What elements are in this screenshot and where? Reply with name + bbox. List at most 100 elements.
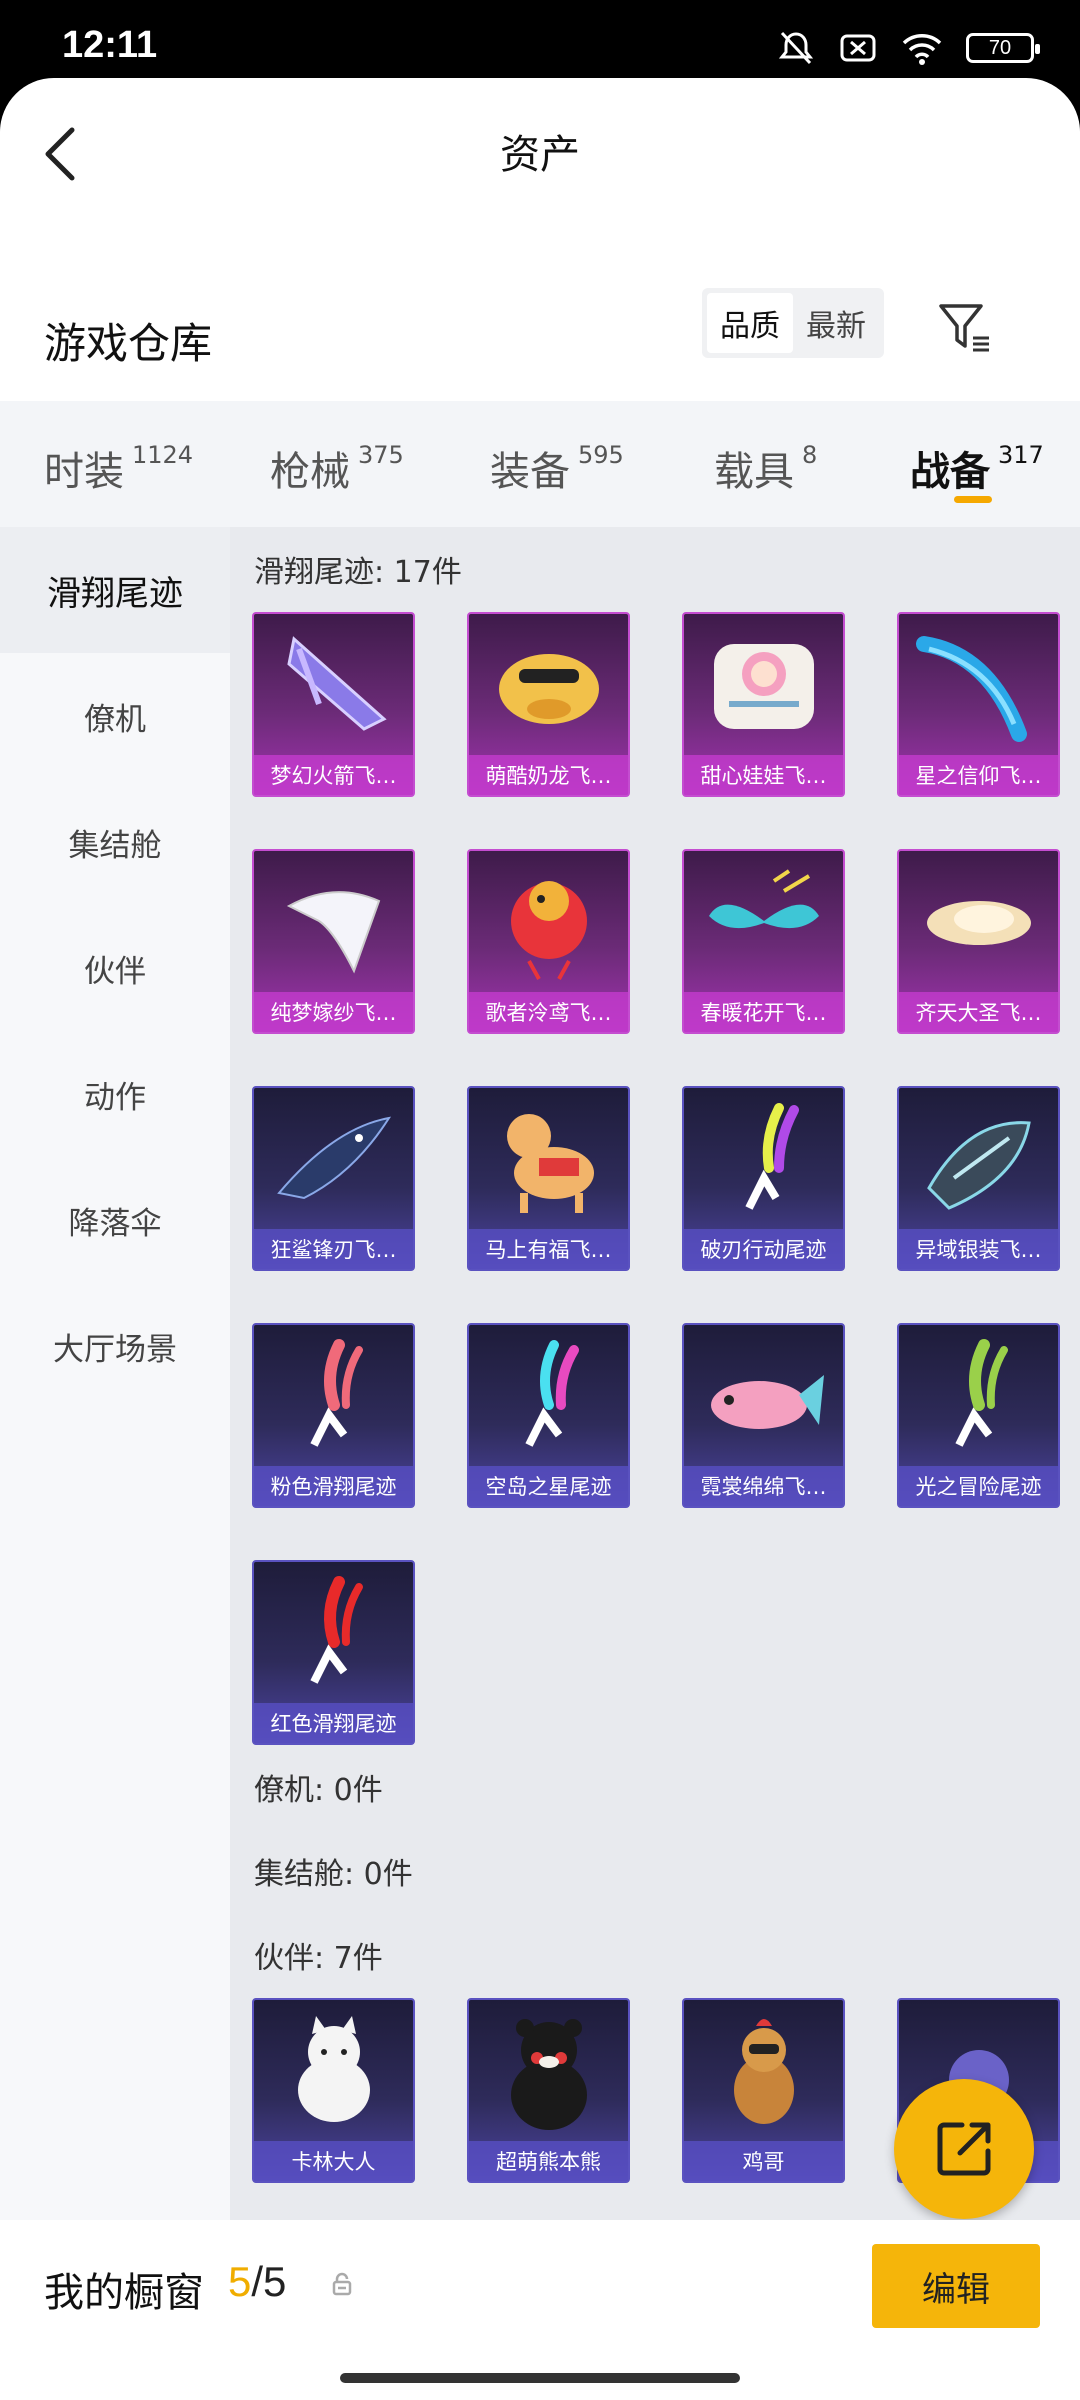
item-card[interactable]: 红色滑翔尾迹 — [252, 1560, 415, 1745]
item-card[interactable]: 纯梦嫁纱飞… — [252, 849, 415, 1034]
item-name: 卡林大人 — [254, 2141, 413, 2181]
sidebar-item-partner[interactable]: 伙伴 — [0, 905, 230, 1031]
item-name: 梦幻火箭飞… — [254, 755, 413, 795]
tab-equipment[interactable]: 装备 595 — [490, 439, 624, 497]
tab-combat-gear[interactable]: 战备 317 — [910, 439, 1044, 497]
doll-glider-icon — [714, 644, 814, 729]
tab-label: 战备 — [910, 449, 990, 495]
active-tab-indicator — [954, 496, 992, 503]
item-card[interactable]: 狂鲨锋刃飞… — [252, 1086, 415, 1271]
sidebar-item-glide-trail[interactable]: 滑翔尾迹 — [0, 527, 230, 653]
dragon-glider-icon — [499, 654, 599, 724]
item-name: 春暖花开飞… — [684, 992, 843, 1032]
sort-newest-button[interactable]: 最新 — [793, 293, 879, 353]
category-label: 伙伴: 7件 — [254, 1941, 383, 1976]
category-label: 僚机: 0件 — [254, 1773, 383, 1808]
tab-count: 375 — [358, 441, 404, 469]
smoke-trail-icon — [745, 1103, 799, 1210]
item-card[interactable]: 梦幻火箭飞… — [252, 612, 415, 797]
sidebar-item-parachute[interactable]: 降落伞 — [0, 1157, 230, 1283]
lock-icon — [332, 2272, 352, 2296]
top-header: 资产 — [0, 78, 1080, 228]
category-label: 滑翔尾迹: 17件 — [254, 555, 462, 590]
tab-label: 载具 — [714, 449, 794, 495]
item-card[interactable]: 粉色滑翔尾迹 — [252, 1323, 415, 1508]
item-card[interactable]: 光之冒险尾迹 — [897, 1323, 1060, 1508]
item-name: 超萌熊本熊 — [469, 2141, 628, 2181]
item-card[interactable]: 异域银装飞… — [897, 1086, 1060, 1271]
item-card[interactable]: 甜心娃娃飞… — [682, 612, 845, 797]
sidebar-item-emote[interactable]: 动作 — [0, 1031, 230, 1157]
item-name: 马上有福飞… — [469, 1229, 628, 1269]
item-card[interactable]: 马上有福飞… — [467, 1086, 630, 1271]
sim-off-icon — [840, 34, 876, 62]
share-fab-button[interactable] — [894, 2079, 1034, 2219]
item-name: 齐天大圣飞… — [899, 992, 1058, 1032]
item-card[interactable]: 星之信仰飞… — [897, 612, 1060, 797]
warehouse-title: 游戏仓库 — [44, 319, 213, 368]
silver-glider-icon — [927, 1121, 1031, 1210]
item-card[interactable]: 春暖花开飞… — [682, 849, 845, 1034]
item-name: 歌者泠鸢飞… — [469, 992, 628, 1032]
bear-partner-icon — [511, 2019, 587, 2130]
item-card[interactable]: 萌酷奶龙飞… — [467, 612, 630, 797]
bird-glider-icon — [511, 881, 587, 980]
wifi-icon — [902, 34, 942, 65]
filter-button[interactable] — [935, 298, 995, 358]
sidebar-item-lobby-scene[interactable]: 大厅场景 — [0, 1283, 230, 1409]
item-card[interactable]: 歌者泠鸢飞… — [467, 849, 630, 1034]
item-name: 星之信仰飞… — [899, 755, 1058, 795]
item-card[interactable]: 齐天大圣飞… — [897, 849, 1060, 1034]
item-card[interactable]: 鸡哥 — [682, 1998, 845, 2183]
item-name: 光之冒险尾迹 — [899, 1466, 1058, 1506]
sort-quality-button[interactable]: 品质 — [707, 293, 793, 353]
item-card[interactable]: 破刃行动尾迹 — [682, 1086, 845, 1271]
category-label: 集结舱: 0件 — [254, 1857, 413, 1892]
sidebar-item-wingman[interactable]: 僚机 — [0, 653, 230, 779]
item-card[interactable]: 超萌熊本熊 — [467, 1998, 630, 2183]
cloud-glider-icon — [927, 901, 1031, 945]
edit-button[interactable]: 编辑 — [872, 2244, 1040, 2328]
item-name: 纯梦嫁纱飞… — [254, 992, 413, 1032]
tab-count: 595 — [578, 441, 624, 469]
sub-category-sidebar: 滑翔尾迹 僚机 集结舱 伙伴 动作 降落伞 大厅场景 — [0, 527, 230, 2220]
item-name: 空岛之星尾迹 — [469, 1466, 628, 1506]
wedding-veil-glider-icon — [286, 891, 381, 974]
category-tabs: 时装 1124 枪械 375 装备 595 载具 8 战备 317 — [0, 401, 1080, 527]
smoke-trail-icon — [310, 1339, 363, 1447]
shark-glider-icon — [277, 1116, 392, 1200]
mute-icon — [778, 31, 814, 65]
smoke-trail-icon — [525, 1340, 579, 1447]
item-name: 萌酷奶龙飞… — [469, 755, 628, 795]
item-card[interactable]: 霓裳绵绵飞… — [682, 1323, 845, 1508]
tab-guns[interactable]: 枪械 375 — [270, 439, 404, 497]
tab-label: 时装 — [44, 449, 124, 495]
showcase-current: 5 — [228, 2258, 252, 2305]
tab-label: 装备 — [490, 449, 570, 495]
home-indicator[interactable] — [340, 2373, 740, 2383]
warehouse-header: 游戏仓库 品质 最新 — [0, 288, 1080, 378]
rocket-glider-icon — [287, 636, 387, 731]
item-name: 霓裳绵绵飞… — [684, 1466, 843, 1506]
item-name: 破刃行动尾迹 — [684, 1229, 843, 1269]
showcase-label: 我的橱窗 — [44, 2270, 204, 2316]
page-title: 资产 — [500, 132, 580, 178]
external-link-icon — [937, 2122, 991, 2176]
sidebar-item-pod[interactable]: 集结舱 — [0, 779, 230, 905]
cat-partner-icon — [298, 2016, 370, 2122]
item-name: 鸡哥 — [684, 2141, 843, 2181]
tab-vehicles[interactable]: 载具 8 — [714, 439, 817, 497]
status-bar: 12:11 70 — [0, 0, 1080, 78]
item-card[interactable]: 空岛之星尾迹 — [467, 1323, 630, 1508]
item-name: 红色滑翔尾迹 — [254, 1703, 413, 1743]
battery-indicator: 70 — [966, 33, 1040, 63]
item-card[interactable]: 卡林大人 — [252, 1998, 415, 2183]
feather-glider-icon — [916, 636, 1027, 742]
tab-fashion[interactable]: 时装 1124 — [44, 439, 193, 497]
item-name: 异域银装飞… — [899, 1229, 1058, 1269]
showcase-total: /5 — [251, 2258, 287, 2305]
smoke-trail-icon — [310, 1576, 363, 1684]
item-name: 粉色滑翔尾迹 — [254, 1466, 413, 1506]
smoke-trail-icon — [955, 1339, 1008, 1447]
battery-level: 70 — [988, 36, 1012, 59]
